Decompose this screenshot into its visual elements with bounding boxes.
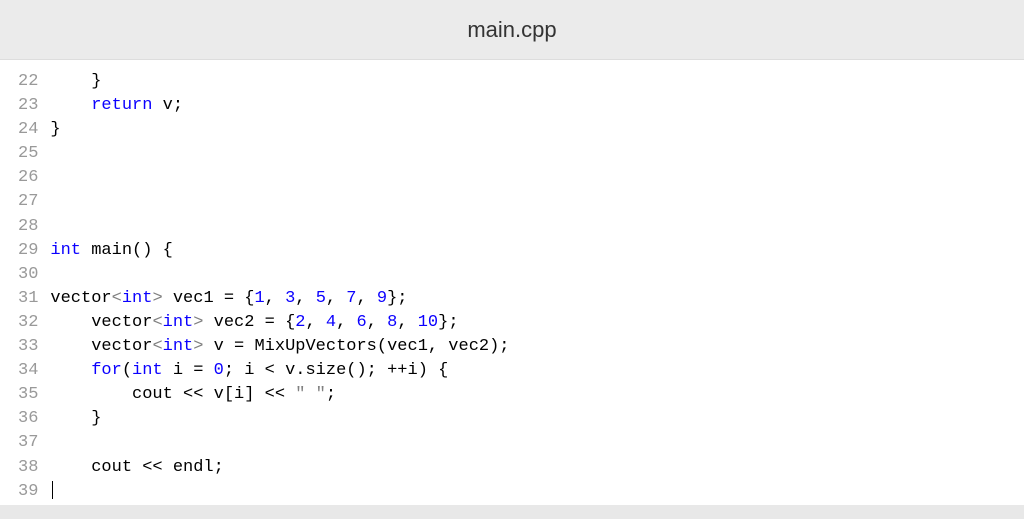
line-number: 36: [18, 407, 38, 431]
code-line[interactable]: vector<int> v = MixUpVectors(vec1, vec2)…: [50, 335, 1024, 359]
code-line[interactable]: vector<int> vec1 = {1, 3, 5, 7, 9};: [50, 287, 1024, 311]
line-number: 30: [18, 263, 38, 287]
line-number: 27: [18, 190, 38, 214]
code-editor[interactable]: 222324252627282930313233343536373839 } r…: [0, 60, 1024, 505]
code-line[interactable]: return v;: [50, 94, 1024, 118]
code-line[interactable]: [50, 480, 1024, 504]
text-cursor: [52, 481, 53, 499]
code-line[interactable]: }: [50, 118, 1024, 142]
code-line[interactable]: int main() {: [50, 239, 1024, 263]
code-line[interactable]: [50, 215, 1024, 239]
line-number: 34: [18, 359, 38, 383]
line-number: 26: [18, 166, 38, 190]
code-area[interactable]: } return v;} int main() { vector<int> vec1…: [46, 60, 1024, 505]
tab-filename[interactable]: main.cpp: [467, 17, 556, 43]
code-line[interactable]: [50, 263, 1024, 287]
footer-bar: [0, 505, 1024, 519]
code-line[interactable]: }: [50, 70, 1024, 94]
line-number: 33: [18, 335, 38, 359]
line-number: 35: [18, 383, 38, 407]
line-number: 29: [18, 239, 38, 263]
line-number: 39: [18, 480, 38, 504]
line-number: 31: [18, 287, 38, 311]
line-number: 38: [18, 456, 38, 480]
code-line[interactable]: }: [50, 407, 1024, 431]
line-number: 32: [18, 311, 38, 335]
code-line[interactable]: cout << endl;: [50, 456, 1024, 480]
line-number: 28: [18, 215, 38, 239]
line-number: 24: [18, 118, 38, 142]
code-line[interactable]: [50, 142, 1024, 166]
code-line[interactable]: for(int i = 0; i < v.size(); ++i) {: [50, 359, 1024, 383]
line-number: 22: [18, 70, 38, 94]
code-line[interactable]: [50, 190, 1024, 214]
line-number: 25: [18, 142, 38, 166]
code-line[interactable]: [50, 166, 1024, 190]
tab-bar: main.cpp: [0, 0, 1024, 60]
code-line[interactable]: vector<int> vec2 = {2, 4, 6, 8, 10};: [50, 311, 1024, 335]
line-number: 23: [18, 94, 38, 118]
line-number-gutter: 222324252627282930313233343536373839: [18, 60, 46, 505]
code-line[interactable]: cout << v[i] << " ";: [50, 383, 1024, 407]
code-line[interactable]: [50, 431, 1024, 455]
line-number: 37: [18, 431, 38, 455]
